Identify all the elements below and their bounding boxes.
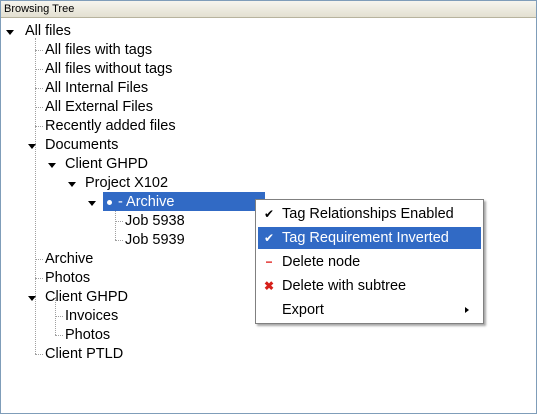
check-icon: ✔ [263, 231, 275, 245]
tree-node-archive-selected[interactable]: - Archive [1, 193, 265, 212]
tree-node-external[interactable]: All External Files [1, 98, 251, 117]
tree-node-label: Job 5939 [125, 232, 185, 248]
check-icon: ✔ [263, 207, 275, 221]
tree-node-internal[interactable]: All Internal Files [1, 79, 251, 98]
tree-node-label: Project X102 [85, 175, 169, 191]
tree-node-label: All files without tags [45, 61, 173, 77]
tree-node-documents[interactable]: Documents [1, 136, 201, 155]
tree-node-label: All files [25, 23, 71, 39]
menu-item-delete-subtree[interactable]: ✖ Delete with subtree [258, 275, 481, 297]
menu-item-delete-node[interactable]: − Delete node [258, 251, 481, 273]
menu-item-label: Tag Requirement Inverted [282, 230, 449, 246]
tree-node-without-tags[interactable]: All files without tags [1, 60, 251, 79]
tree-node-photos[interactable]: Photos [1, 269, 201, 288]
tree-node-client-ptld[interactable]: Client PTLD [1, 345, 201, 364]
collapse-arrow-icon[interactable] [67, 174, 77, 193]
tree-node-archive[interactable]: Archive [1, 250, 201, 269]
tree-node-label: Recently added files [45, 118, 176, 134]
context-menu: ✔ Tag Relationships Enabled ✔ Tag Requir… [255, 199, 484, 324]
tree-node-label: Photos [65, 327, 111, 343]
collapse-arrow-icon[interactable] [27, 136, 37, 155]
tree-node-label: All files with tags [45, 42, 153, 58]
tree-node-job-5938[interactable]: Job 5938 [1, 212, 241, 231]
tree-node-label: Job 5938 [125, 213, 185, 229]
tree-node-label: All External Files [45, 99, 153, 115]
collapse-arrow-icon[interactable] [5, 22, 15, 41]
tree-node-invoices[interactable]: Invoices [1, 307, 201, 326]
collapse-arrow-icon[interactable] [27, 288, 37, 307]
tree-node-all-files[interactable]: All files [1, 22, 201, 41]
tree-node-label: - Archive [118, 194, 175, 210]
menu-item-export[interactable]: Export [258, 299, 481, 321]
menu-item-label: Export [282, 302, 324, 318]
tree-node-label: Client GHPD [65, 156, 148, 172]
menu-item-tag-relationships[interactable]: ✔ Tag Relationships Enabled [258, 203, 481, 225]
tree-node-label: Photos [45, 270, 91, 286]
tree-node-photos-sub[interactable]: Photos [1, 326, 201, 345]
tree-node-label: All Internal Files [45, 80, 149, 96]
tree-node-label: Client GHPD [45, 289, 128, 305]
collapse-arrow-icon[interactable] [47, 155, 57, 174]
tree-node-label: Invoices [65, 308, 119, 324]
tree-node-job-5939[interactable]: Job 5939 [1, 231, 241, 250]
menu-item-label: Delete with subtree [282, 278, 407, 294]
tree-node-project[interactable]: Project X102 [1, 174, 221, 193]
minus-icon: − [265, 255, 273, 269]
tree-node-with-tags[interactable]: All files with tags [1, 41, 251, 60]
tree-node-client-ghpd-2[interactable]: Client GHPD [1, 288, 201, 307]
delete-x-icon: ✖ [263, 279, 275, 293]
tree-node-label: Documents [45, 137, 119, 153]
menu-item-label: Delete node [282, 254, 361, 270]
tree-node-client-ghpd[interactable]: Client GHPD [1, 155, 201, 174]
node-bullet-icon [107, 200, 112, 205]
tree-node-label: Archive [45, 251, 94, 267]
menu-item-label: Tag Relationships Enabled [282, 206, 454, 222]
collapse-arrow-icon[interactable] [87, 193, 97, 212]
tree-node-recent[interactable]: Recently added files [1, 117, 251, 136]
panel-title: Browsing Tree [1, 1, 536, 18]
tree-node-label: Client PTLD [45, 346, 124, 362]
menu-item-tag-requirement-inverted[interactable]: ✔ Tag Requirement Inverted [258, 227, 481, 249]
submenu-arrow-icon [465, 307, 469, 313]
